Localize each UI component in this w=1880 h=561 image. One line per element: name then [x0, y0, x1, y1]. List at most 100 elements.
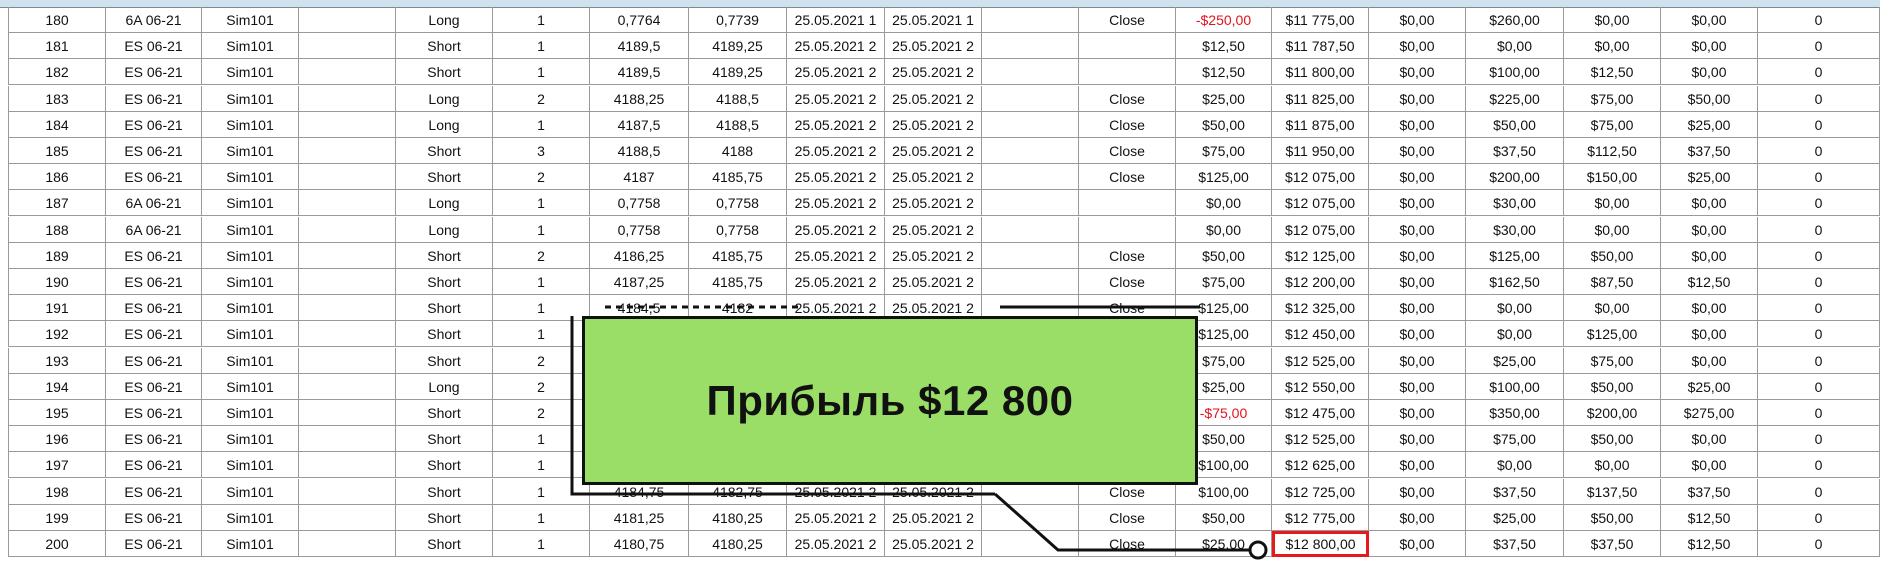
- table-row[interactable]: 186 ES 06-21 Sim101 Short 2 4187 4185,75 25.05.…: [0, 164, 1880, 191]
- cell-etd: $0,00: [1661, 33, 1758, 60]
- cell-entry: 0,7758: [590, 216, 689, 243]
- cell-commission: $0,00: [1369, 400, 1466, 426]
- cell-profit: $100,00: [1176, 478, 1272, 505]
- cell-commission: $0,00: [1369, 33, 1466, 60]
- cell-entry-time: 25.05.2021 2: [787, 190, 885, 217]
- cell-mae: $0,00: [1466, 452, 1564, 479]
- cell-entry-time: 25.05.2021 2: [787, 478, 885, 505]
- cell-strategy: [299, 400, 396, 426]
- cell-n: 194: [8, 373, 106, 400]
- cell-strategy: [299, 426, 396, 453]
- table-row[interactable]: 190 ES 06-21 Sim101 Short 1 4187,25 4185,75 25.…: [0, 269, 1880, 295]
- table-row[interactable]: 196 ES 06-21 Sim101 Short 1 $50,00 $12 525,00 $…: [0, 426, 1880, 453]
- cell-profit: $50,00: [1176, 111, 1272, 138]
- cell-exit-name: [1079, 33, 1176, 60]
- cell-cum-profit: $12 075,00: [1272, 164, 1369, 191]
- cell-entry: 0,7758: [590, 190, 689, 217]
- cell-mfe: $150,00: [1564, 164, 1661, 191]
- table-row[interactable]: 183 ES 06-21 Sim101 Long 2 4188,25 4188,5 25.05…: [0, 85, 1880, 112]
- cell-instrument: ES 06-21: [106, 373, 202, 400]
- table-row[interactable]: 180 6A 06-21 Sim101 Long 1 0,7764 0,7739 25.05.…: [0, 7, 1880, 33]
- table-row[interactable]: 194 ES 06-21 Sim101 Long 2 $25,00 $12 550,00 $0…: [0, 373, 1880, 400]
- cell-exit-time: 25.05.2021 2: [885, 242, 982, 269]
- cell-entry-name: [982, 85, 1079, 112]
- cell-direction: Short: [396, 426, 493, 453]
- cell-commission: $0,00: [1369, 373, 1466, 400]
- cell-exit: [689, 400, 787, 426]
- cell-etd: $0,00: [1661, 242, 1758, 269]
- cell-direction: Short: [396, 400, 493, 426]
- cell-direction: Short: [396, 33, 493, 60]
- cell-etd: $12,50: [1661, 504, 1758, 531]
- cell-account: Sim101: [202, 452, 299, 479]
- table-row[interactable]: 195 ES 06-21 Sim101 Short 2 -$75,00 $12 475,00…: [0, 400, 1880, 426]
- table-row[interactable]: 181 ES 06-21 Sim101 Short 1 4189,5 4189,25 25.0…: [0, 33, 1880, 60]
- cell-exit-time: 25.05.2021 2: [885, 85, 982, 112]
- table-row[interactable]: 185 ES 06-21 Sim101 Short 3 4188,5 4188 25.05.2…: [0, 138, 1880, 164]
- cell-etd: $275,00: [1661, 400, 1758, 426]
- cell-mae: $30,00: [1466, 190, 1564, 217]
- cell-entry: [590, 452, 689, 479]
- cell-mfe: $125,00: [1564, 321, 1661, 348]
- cell-instrument: ES 06-21: [106, 85, 202, 112]
- cell-profit: $75,00: [1176, 138, 1272, 164]
- cell-entry-name: [982, 111, 1079, 138]
- cell-entry-time: [787, 400, 885, 426]
- cell-entry-time: 25.05.2021 2: [787, 504, 885, 531]
- cell-direction: Short: [396, 242, 493, 269]
- cell-strategy: [299, 85, 396, 112]
- cell-exit-name: Close: [1079, 111, 1176, 138]
- table-row[interactable]: 188 6A 06-21 Sim101 Long 1 0,7758 0,7758 25.05.…: [0, 216, 1880, 243]
- cell-mfe: $50,00: [1564, 373, 1661, 400]
- cell-exit: [689, 373, 787, 400]
- cell-account: Sim101: [202, 85, 299, 112]
- table-row[interactable]: 192 ES 06-21 Sim101 Short 1 $125,00 $12 450,00…: [0, 321, 1880, 348]
- cell-instrument: ES 06-21: [106, 400, 202, 426]
- table-row[interactable]: 198 ES 06-21 Sim101 Short 1 4184,75 4182,75 25.…: [0, 478, 1880, 505]
- cell-instrument: ES 06-21: [106, 33, 202, 60]
- cell-profit: $0,00: [1176, 190, 1272, 217]
- table-row[interactable]: 187 6A 06-21 Sim101 Long 1 0,7758 0,7758 25.05.…: [0, 190, 1880, 217]
- table-row[interactable]: 182 ES 06-21 Sim101 Short 1 4189,5 4189,25 25.0…: [0, 59, 1880, 86]
- cell-mfe: $0,00: [1564, 295, 1661, 322]
- cell-entry: [590, 373, 689, 400]
- cell-entry: [590, 347, 689, 374]
- cell-bars: 0: [1758, 452, 1880, 479]
- cell-entry-time: [787, 321, 885, 348]
- cell-strategy: [299, 33, 396, 60]
- cell-profit: $25,00: [1176, 531, 1272, 557]
- cell-exit-time: [885, 321, 982, 348]
- table-row[interactable]: 199 ES 06-21 Sim101 Short 1 4181,25 4180,25 25.…: [0, 504, 1880, 531]
- cell-exit-name: Close: [1079, 295, 1176, 322]
- table-row[interactable]: 191 ES 06-21 Sim101 Short 1 4184,5 4182 25.05.2…: [0, 295, 1880, 322]
- cell-mae: $0,00: [1466, 295, 1564, 322]
- cell-instrument: ES 06-21: [106, 138, 202, 164]
- cell-etd: $0,00: [1661, 426, 1758, 453]
- cell-mfe: $50,00: [1564, 504, 1661, 531]
- cell-cum-profit: $12 475,00: [1272, 400, 1369, 426]
- table-row[interactable]: 189 ES 06-21 Sim101 Short 2 4186,25 4185,75 25.…: [0, 242, 1880, 269]
- cell-exit-time: 25.05.2021 2: [885, 531, 982, 557]
- cell-account: Sim101: [202, 347, 299, 374]
- cell-instrument: ES 06-21: [106, 478, 202, 505]
- cell-exit-name: [1079, 373, 1176, 400]
- table-row[interactable]: 193 ES 06-21 Sim101 Short 2 $75,00 $12 525,00 $…: [0, 347, 1880, 374]
- cell-profit: $50,00: [1176, 504, 1272, 531]
- table-row[interactable]: 200 ES 06-21 Sim101 Short 1 4180,75 4180,25 25.…: [0, 531, 1880, 557]
- cell-direction: Short: [396, 452, 493, 479]
- cell-entry-name: [982, 164, 1079, 191]
- cell-exit-name: Close: [1079, 85, 1176, 112]
- cell-qty: 2: [493, 373, 590, 400]
- cell-strategy: [299, 269, 396, 295]
- table-row[interactable]: 184 ES 06-21 Sim101 Long 1 4187,5 4188,5 25.05.…: [0, 111, 1880, 138]
- cell-cum-profit: $11 825,00: [1272, 85, 1369, 112]
- cell-entry-time: 25.05.2021 2: [787, 138, 885, 164]
- cell-etd: $25,00: [1661, 164, 1758, 191]
- cell-bars: 0: [1758, 85, 1880, 112]
- cell-qty: 1: [493, 478, 590, 505]
- cell-exit: 4180,25: [689, 504, 787, 531]
- cell-etd: $0,00: [1661, 295, 1758, 322]
- cell-commission: $0,00: [1369, 7, 1466, 33]
- cell-direction: Short: [396, 347, 493, 374]
- table-row[interactable]: 197 ES 06-21 Sim101 Short 1 $100,00 $12 625,00…: [0, 452, 1880, 479]
